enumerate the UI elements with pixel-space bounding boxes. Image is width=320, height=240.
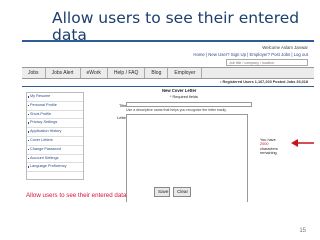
top-bar: Welcome Aslam Janwar Home | New User? Si… [22, 42, 314, 67]
search-input[interactable] [227, 60, 307, 66]
save-button[interactable]: Save [154, 187, 170, 197]
title-hint: Use a descriptive name that helps you re… [126, 108, 227, 112]
nav-ework[interactable]: eWork [81, 68, 108, 78]
page-number: 15 [299, 228, 306, 234]
title-input[interactable] [126, 102, 252, 107]
stats-text: • Registered Users 1,167,203 Posted Jobs… [220, 80, 308, 84]
header-links[interactable]: Home | New User? Sign Up | Employer? Pos… [193, 52, 308, 57]
nav-jobs[interactable]: Jobs [22, 68, 46, 78]
sidebar-item-short-profile[interactable]: Short-Profile [27, 111, 83, 120]
character-counter: You have 2000 characters remaining [260, 138, 294, 156]
nav-help-faq[interactable]: Help / FAQ [108, 68, 146, 78]
main-nav: Jobs Jobs Alert eWork Help / FAQ Blog Em… [22, 67, 314, 79]
counter-suffix: characters remaining [260, 146, 278, 156]
sidebar-item-privacy-settings[interactable]: Privacy Settings [27, 119, 83, 129]
screenshot-frame: Welcome Aslam Janwar Home | New User? Si… [22, 42, 314, 202]
required-note: * Required fields [170, 95, 198, 99]
sidebar-item-change-password[interactable]: Change Password [27, 146, 83, 155]
sidebar: My Resume Personal Profile Short-Profile… [26, 92, 84, 180]
annotation-caption: Allow users to see their entered data [26, 192, 127, 199]
search-box[interactable] [226, 59, 308, 66]
sidebar-item-my-resume[interactable]: My Resume [27, 93, 83, 102]
form-title: New Cover Letter [162, 88, 197, 93]
sidebar-item-personal-profile[interactable]: Personal Profile [27, 102, 83, 111]
nav-employer[interactable]: Employer [168, 68, 203, 78]
sidebar-item-application-history[interactable]: Application History [27, 128, 83, 137]
clear-button[interactable]: Clear [173, 187, 191, 197]
sidebar-item-language-proficiency[interactable]: Language Proficiency [27, 163, 83, 173]
sidebar-item-account-settings[interactable]: Account Settings [27, 155, 83, 164]
nav-blog[interactable]: Blog [145, 68, 169, 78]
red-arrow-icon [291, 139, 314, 147]
welcome-text: Welcome Aslam Janwar [262, 45, 308, 50]
slide-title: Allow users to see their entered data [52, 9, 300, 44]
sidebar-item-cover-letters[interactable]: Cover Letters [27, 137, 83, 146]
nav-jobs-alert[interactable]: Jobs Alert [46, 68, 81, 78]
stats-bar: • Registered Users 1,167,203 Posted Jobs… [22, 79, 314, 87]
